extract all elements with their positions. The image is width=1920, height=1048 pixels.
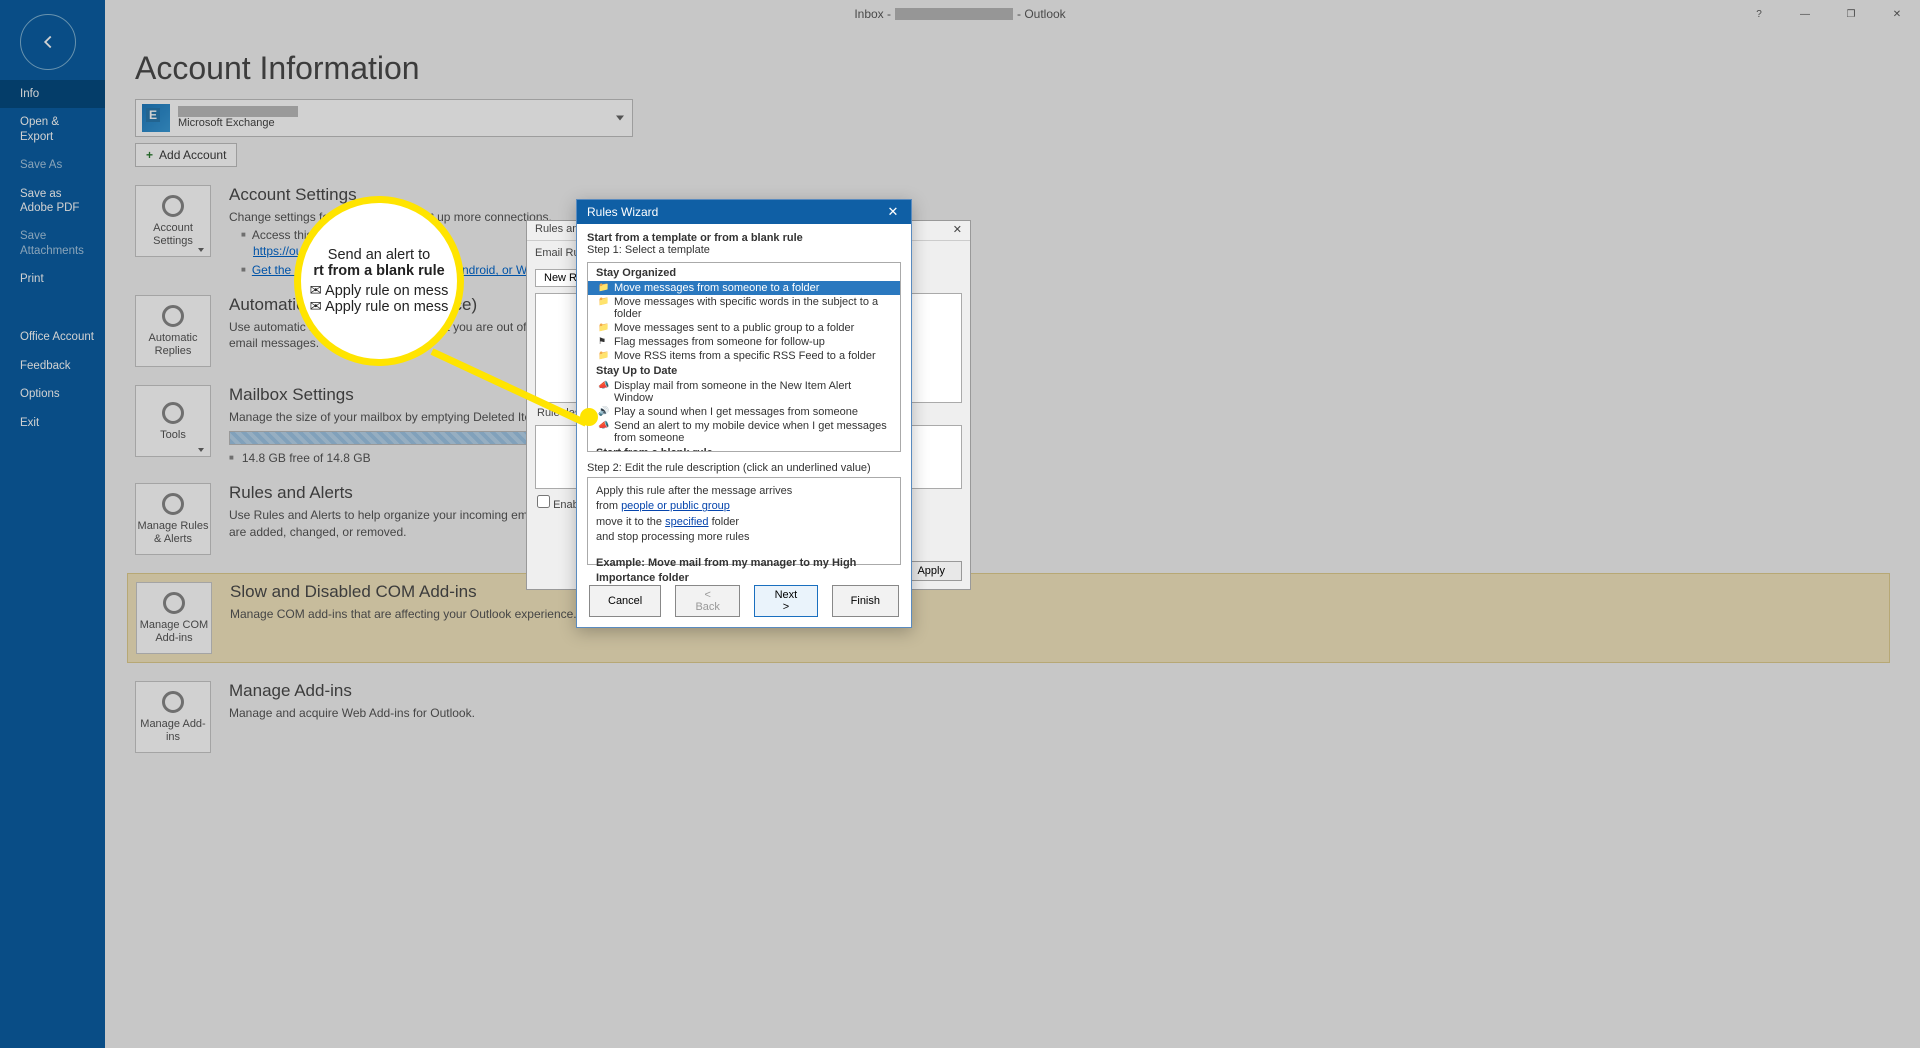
wizard-title: Rules Wizard xyxy=(587,205,658,219)
template-group-header: Stay Organized xyxy=(588,265,900,281)
magnifier-callout: Send an alert to rt from a blank rule ✉ … xyxy=(294,196,464,366)
specified-link[interactable]: specified xyxy=(665,516,708,528)
sidebar-item-save-attachments[interactable]: Save Attachments xyxy=(0,222,105,265)
section-desc: Manage COM add-ins that are affecting yo… xyxy=(230,606,577,622)
people-link[interactable]: people or public group xyxy=(621,500,730,512)
help-button[interactable]: ? xyxy=(1736,0,1782,28)
sidebar-item-info[interactable]: Info xyxy=(0,80,105,108)
big-btn-label: Automatic Replies xyxy=(136,332,210,358)
template-item-icon: ⚑ xyxy=(598,336,610,348)
rule-description-editor[interactable]: Apply this rule after the message arrive… xyxy=(587,477,901,565)
template-listbox[interactable]: Stay Organized📁Move messages from someon… xyxy=(587,262,901,452)
plus-icon: + xyxy=(146,148,153,162)
sidebar-item-options[interactable]: Options xyxy=(0,380,105,408)
exchange-icon xyxy=(142,104,170,132)
wizard-back-button: < Back xyxy=(675,585,740,617)
template-group-header: Stay Up to Date xyxy=(588,363,900,379)
maximize-button[interactable]: ❐ xyxy=(1828,0,1874,28)
window-controls: ? — ❐ ✕ xyxy=(1736,0,1920,28)
big-btn-label: Manage COM Add-ins xyxy=(137,619,211,645)
title-redacted xyxy=(895,8,1013,20)
add-account-label: Add Account xyxy=(159,148,226,162)
rules-wizard-dialog: Rules Wizard ✕ Start from a template or … xyxy=(576,199,912,628)
manage-rules-alerts-button[interactable]: Manage Rules & Alerts xyxy=(135,483,211,555)
desc-l3a: move it to the xyxy=(596,516,665,528)
minimize-button[interactable]: — xyxy=(1782,0,1828,28)
sidebar-item-open-export[interactable]: Open & Export xyxy=(0,108,105,151)
template-item-icon: 📁 xyxy=(598,296,610,308)
template-item[interactable]: 📣Send an alert to my mobile device when … xyxy=(588,419,900,445)
mag-line4: Apply rule on mess xyxy=(325,299,448,315)
big-btn-label: Manage Add-ins xyxy=(136,718,210,744)
wizard-close-icon[interactable]: ✕ xyxy=(885,204,901,220)
sidebar-item-print[interactable]: Print xyxy=(0,265,105,293)
wizard-step1-label: Step 1: Select a template xyxy=(587,244,901,256)
account-type: Microsoft Exchange xyxy=(178,117,298,130)
big-btn-label: Manage Rules & Alerts xyxy=(136,520,210,546)
title-left: Inbox - xyxy=(854,7,891,21)
sidebar-item-feedback[interactable]: Feedback xyxy=(0,352,105,380)
account-settings-button[interactable]: Account Settings xyxy=(135,185,211,257)
template-item-icon: 📁 xyxy=(598,282,610,294)
chevron-down-icon xyxy=(198,448,204,452)
big-btn-label: Account Settings xyxy=(136,222,210,248)
template-group-header: Start from a blank rule xyxy=(588,445,900,452)
wizard-cancel-button[interactable]: Cancel xyxy=(589,585,661,617)
mag-line1: Send an alert to xyxy=(328,247,430,263)
wizard-heading: Start from a template or from a blank ru… xyxy=(587,232,901,244)
desc-line1: Apply this rule after the message arrive… xyxy=(596,484,892,499)
window-titlebar: Inbox - - Outlook ? — ❐ ✕ xyxy=(0,0,1920,28)
sidebar-item-exit[interactable]: Exit xyxy=(0,409,105,437)
account-dropdown[interactable]: Microsoft Exchange xyxy=(135,99,633,137)
template-item[interactable]: 📣Display mail from someone in the New It… xyxy=(588,379,900,405)
main-panel: Account Information Microsoft Exchange +… xyxy=(105,40,1920,1048)
sidebar-item-save-as[interactable]: Save As xyxy=(0,151,105,179)
sidebar-item-save-as-adobe-pdf[interactable]: Save as Adobe PDF xyxy=(0,180,105,223)
template-item-icon: 📣 xyxy=(598,380,610,392)
template-item-icon: 🔊 xyxy=(598,406,610,418)
page-title: Account Information xyxy=(135,50,1890,87)
template-item[interactable]: 📁Move messages sent to a public group to… xyxy=(588,321,900,335)
wizard-finish-button[interactable]: Finish xyxy=(832,585,899,617)
wizard-next-button[interactable]: Next > xyxy=(754,585,817,617)
close-icon[interactable]: ✕ xyxy=(953,223,962,238)
automatic-replies-button[interactable]: Automatic Replies xyxy=(135,295,211,367)
callout-dot xyxy=(580,408,598,426)
template-item-icon: 📁 xyxy=(598,350,610,362)
sidebar-item-office-account[interactable]: Office Account xyxy=(0,323,105,351)
template-item-icon: 📁 xyxy=(598,322,610,334)
big-btn-label: Tools xyxy=(160,429,186,442)
template-item[interactable]: 📁Move messages from someone to a folder xyxy=(588,281,900,295)
template-item[interactable]: 🔊Play a sound when I get messages from s… xyxy=(588,405,900,419)
add-account-button[interactable]: + Add Account xyxy=(135,143,237,167)
account-email-redacted xyxy=(178,106,298,117)
section-title: Account Settings xyxy=(229,185,623,205)
section-desc: Manage and acquire Web Add-ins for Outlo… xyxy=(229,705,475,721)
template-item[interactable]: 📁Move messages with specific words in th… xyxy=(588,295,900,321)
chevron-down-icon xyxy=(198,248,204,252)
mag-line2: rt from a blank rule xyxy=(313,263,444,279)
storage-progress xyxy=(229,431,533,445)
title-right: - Outlook xyxy=(1017,7,1066,21)
section-title: Slow and Disabled COM Add-ins xyxy=(230,582,577,602)
wizard-step2-label: Step 2: Edit the rule description (click… xyxy=(587,462,901,474)
mag-line3: Apply rule on mess xyxy=(325,283,448,299)
template-item[interactable]: 📁Move RSS items from a specific RSS Feed… xyxy=(588,349,900,363)
tools-button[interactable]: Tools xyxy=(135,385,211,457)
back-button[interactable] xyxy=(20,14,76,70)
backstage-sidebar: InfoOpen & ExportSave AsSave as Adobe PD… xyxy=(0,0,105,1048)
chevron-down-icon xyxy=(616,116,624,121)
close-button[interactable]: ✕ xyxy=(1874,0,1920,28)
section-title: Manage Add-ins xyxy=(229,681,475,701)
manage-add-ins-button[interactable]: Manage Add-ins xyxy=(135,681,211,753)
desc-l2a: from xyxy=(596,500,621,512)
template-item-icon: 📣 xyxy=(598,420,610,432)
manage-com-add-ins-button[interactable]: Manage COM Add-ins xyxy=(136,582,212,654)
desc-l3b: folder xyxy=(709,516,740,528)
desc-line4: and stop processing more rules xyxy=(596,530,892,545)
template-item[interactable]: ⚑Flag messages from someone for follow-u… xyxy=(588,335,900,349)
